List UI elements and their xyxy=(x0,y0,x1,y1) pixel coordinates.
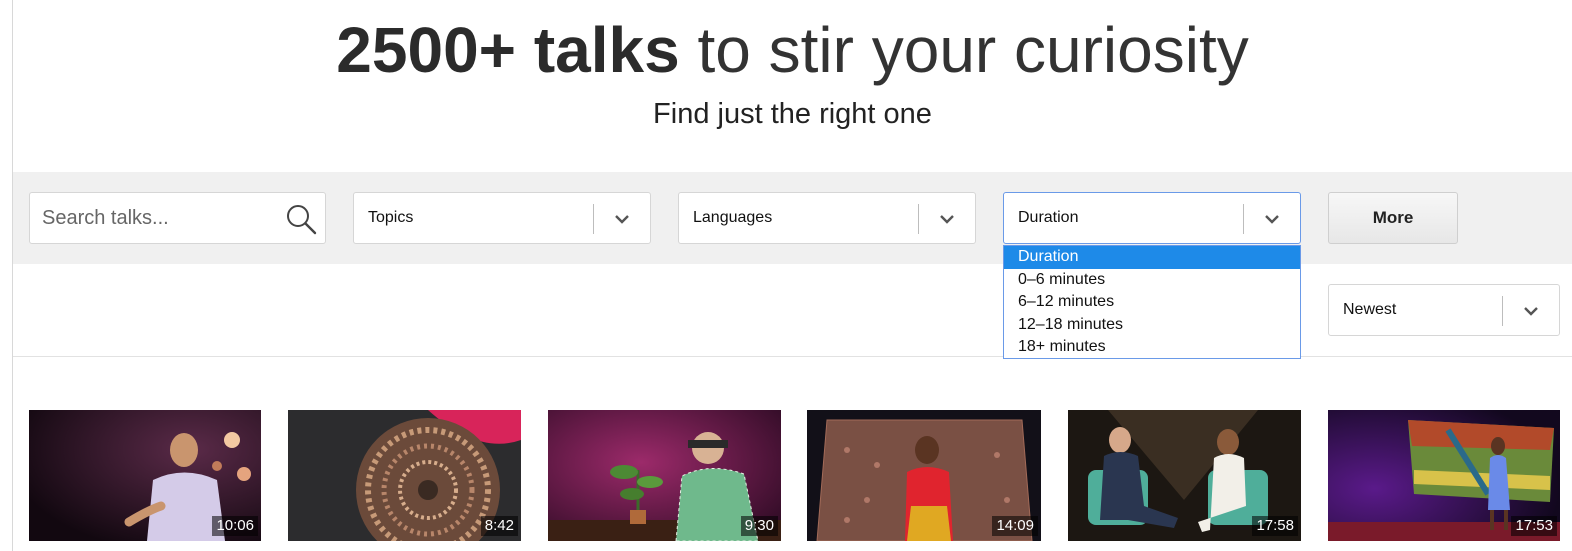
talk-thumbnail[interactable]: 10:06 xyxy=(29,410,261,541)
talk-thumbnail[interactable]: 9:30 xyxy=(548,410,781,541)
sort-select-label: Newest xyxy=(1343,301,1397,318)
duration-option-0-6[interactable]: 0–6 minutes xyxy=(1004,269,1300,292)
talk-duration: 17:58 xyxy=(1252,516,1298,536)
talk-duration: 17:53 xyxy=(1511,516,1557,536)
duration-option-12-18[interactable]: 12–18 minutes xyxy=(1004,314,1300,337)
page-title-rest: to stir your curiosity xyxy=(679,14,1249,86)
sort-select[interactable]: Newest xyxy=(1328,284,1560,336)
chevron-down-icon xyxy=(940,215,954,224)
duration-option-6-12[interactable]: 6–12 minutes xyxy=(1004,291,1300,314)
duration-option-18-plus[interactable]: 18+ minutes xyxy=(1004,336,1300,359)
chevron-down-icon xyxy=(1524,307,1538,316)
talk-duration: 14:09 xyxy=(992,516,1038,536)
page-subtitle: Find just the right one xyxy=(653,98,932,130)
talk-thumbnail[interactable]: 14:09 xyxy=(807,410,1041,541)
languages-select[interactable]: Languages xyxy=(678,192,976,244)
duration-select-label: Duration xyxy=(1018,209,1079,226)
duration-select[interactable]: Duration xyxy=(1003,192,1301,244)
search-box xyxy=(29,192,326,244)
talk-thumbnail[interactable]: 17:58 xyxy=(1068,410,1301,541)
more-filters-button[interactable]: More xyxy=(1328,192,1458,244)
duration-dropdown: Duration 0–6 minutes 6–12 minutes 12–18 … xyxy=(1003,245,1301,359)
page-title-bold: 2500+ talks xyxy=(336,14,680,86)
select-divider xyxy=(593,204,594,234)
talk-duration: 8:42 xyxy=(480,516,518,536)
select-divider xyxy=(1243,204,1244,234)
duration-option-any[interactable]: Duration xyxy=(1004,246,1300,269)
select-divider xyxy=(918,204,919,234)
select-divider xyxy=(1502,296,1503,326)
search-input[interactable] xyxy=(42,193,282,243)
search-icon[interactable] xyxy=(285,203,317,235)
topics-select[interactable]: Topics xyxy=(353,192,651,244)
talk-duration: 9:30 xyxy=(740,516,778,536)
languages-select-label: Languages xyxy=(693,209,773,226)
talk-duration: 10:06 xyxy=(212,516,258,536)
talk-thumbnail[interactable]: 17:53 xyxy=(1328,410,1560,541)
page-title: 2500+ talks to stir your curiosity xyxy=(13,12,1572,88)
chevron-down-icon xyxy=(615,215,629,224)
chevron-down-icon xyxy=(1265,215,1279,224)
talk-thumbnail[interactable]: 8:42 xyxy=(288,410,521,541)
hero-section: 2500+ talks to stir your curiosity Find … xyxy=(13,0,1572,172)
section-divider xyxy=(13,356,1572,357)
topics-select-label: Topics xyxy=(368,209,414,226)
